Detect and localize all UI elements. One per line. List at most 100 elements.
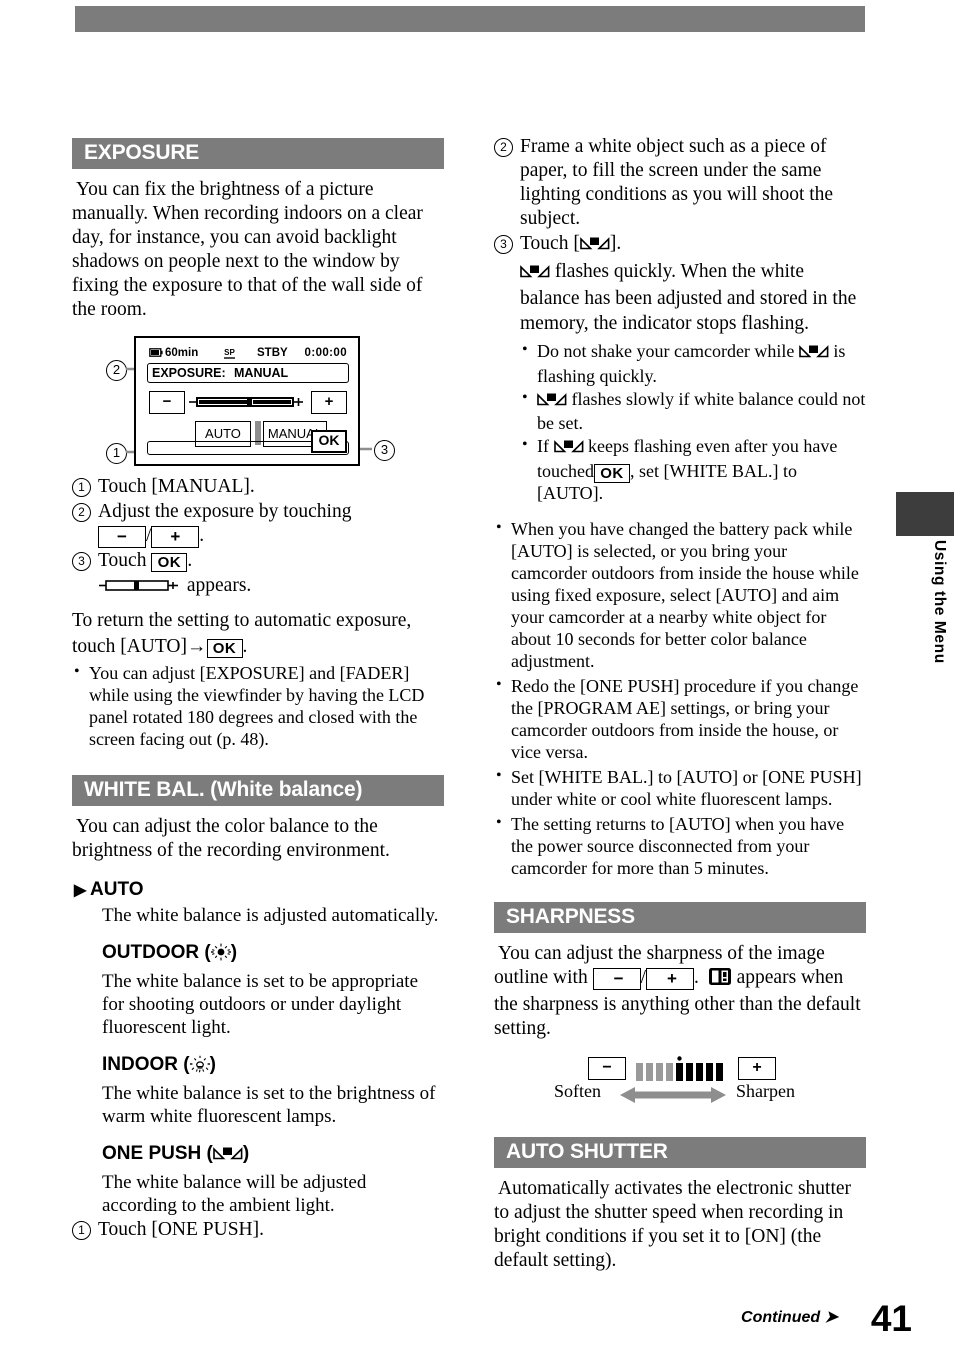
wb-option-label: ONE PUSH	[102, 1142, 202, 1164]
wb-option-one-push-desc: The white balance will be adjusted accor…	[102, 1171, 367, 1217]
timecode-label: 0:00:00	[304, 347, 347, 359]
sp-mode-icon: SP	[223, 346, 236, 363]
section-heading-auto-shutter: AUTO SHUTTER	[494, 1136, 866, 1168]
one-push-step-3: 3 Touch [ ].	[494, 232, 866, 259]
battery-time-label: 60min	[165, 347, 199, 359]
sharpness-plus-button[interactable]: +	[738, 1056, 776, 1080]
note-text-pre: If	[537, 436, 549, 457]
minus-key-glyph[interactable]: −	[592, 967, 641, 990]
right-column: 2 Frame a white object such as a piece o…	[494, 135, 866, 1277]
sun-icon	[210, 943, 231, 967]
exposure-appears-line: appears.	[72, 574, 444, 599]
wb-option-indoor-desc: The white balance is set to the brightne…	[102, 1082, 436, 1128]
one-push-inner-notes: Do not shake your camcorder while is fla…	[520, 340, 866, 506]
battery-icon	[149, 348, 163, 360]
continued-label: Continued ➤	[741, 1307, 838, 1327]
one-push-steps-left: 1 Touch [ONE PUSH].	[72, 1218, 444, 1242]
one-push-icon	[553, 439, 584, 461]
lcd-minus-button[interactable]: −	[149, 391, 185, 414]
step-text: Touch [ONE PUSH].	[98, 1218, 264, 1240]
exposure-step-2: 2 Adjust the exposure by touching − / +.	[72, 500, 444, 548]
white-balance-note: The setting returns to [AUTO] when you h…	[494, 813, 866, 880]
step-text: Touch	[98, 549, 147, 571]
svg-text:SP: SP	[224, 348, 235, 357]
minus-key-glyph[interactable]: −	[98, 525, 146, 548]
lcd-exposure-slider[interactable]	[189, 395, 309, 409]
ok-key-glyph[interactable]: OK	[593, 464, 630, 484]
return-period: .	[242, 635, 248, 657]
plus-key-glyph[interactable]: +	[646, 967, 694, 990]
step-number-circle: 3	[72, 551, 91, 571]
exposure-step-1: 1 Touch [MANUAL].	[72, 475, 444, 499]
wb-paren-close: )	[230, 941, 238, 963]
manual-page: EXPOSURE You can fix the brightness of a…	[0, 0, 954, 1357]
lcd-exposure-value: MANUAL	[234, 366, 289, 380]
auto-shutter-paragraph: Automatically activates the electronic s…	[494, 1178, 852, 1272]
one-push-icon	[799, 344, 829, 366]
exposure-bar-icon	[98, 575, 182, 599]
wb-option-auto-heading: ▶ AUTO	[72, 879, 444, 901]
white-balance-note: When you have changed the battery pack w…	[494, 518, 866, 673]
top-header-bar	[75, 6, 865, 32]
step-text: Adjust the exposure by touching	[98, 500, 352, 522]
default-arrow-icon: ▶	[74, 882, 87, 900]
return-to-auto-line2: touch [AUTO]→ OK.	[72, 635, 444, 659]
step-text-suffix: .	[187, 549, 193, 571]
ok-key-glyph[interactable]: OK	[206, 638, 243, 658]
exposure-note: You can adjust [EXPOSURE] and [FADER] wh…	[72, 662, 444, 751]
one-push-note-3: If keeps flashing even after you have to…	[520, 435, 866, 505]
appears-text: appears.	[186, 574, 252, 596]
wb-option-one-push-heading: ONE PUSH ( )	[72, 1143, 444, 1168]
wb-paren-close: )	[242, 1142, 250, 1164]
lcd-screen-content: 60min SP STBY 0:00:00 EXPOSURE: MANUAL −	[141, 343, 353, 459]
one-push-note-1: Do not shake your camcorder while is fla…	[520, 340, 866, 388]
exposure-intro-paragraph: You can fix the brightness of a picture …	[72, 179, 423, 321]
sharpness-sharpen-label: Sharpen	[736, 1080, 795, 1101]
one-push-icon	[213, 1146, 243, 1168]
exposure-step-3: 3 Touch OK.	[72, 549, 444, 573]
sharpness-minus-button[interactable]: −	[588, 1056, 626, 1080]
wb-paren-close: )	[209, 1053, 216, 1075]
white-balance-note: Redo the [ONE PUSH] procedure if you cha…	[494, 675, 866, 764]
step-text: Frame a white object such as a piece of …	[520, 136, 834, 230]
page-number: 41	[870, 1298, 912, 1339]
return-to-auto-line1: To return the setting to automatic expos…	[72, 609, 412, 631]
step-number-circle: 3	[494, 235, 513, 255]
bulb-icon	[189, 1055, 210, 1079]
step-number-circle: 1	[72, 1220, 91, 1240]
sharpness-soften-label: Soften	[554, 1080, 601, 1101]
one-push-detail-paragraph: flashes quickly. When the white balance …	[494, 260, 866, 335]
plus-key-glyph[interactable]: +	[151, 525, 200, 548]
lcd-status-bar: 60min SP STBY 0:00:00	[149, 347, 347, 361]
wb-option-auto-desc: The white balance is adjusted automatica…	[102, 905, 439, 927]
lcd-plus-button[interactable]: +	[311, 391, 347, 414]
continued-text: Continued	[741, 1309, 821, 1326]
ok-key-glyph[interactable]: OK	[151, 552, 188, 572]
lcd-ok-button[interactable]: OK	[311, 430, 347, 453]
sharpness-text-part2: .	[694, 966, 699, 988]
recording-status-label: STBY	[257, 347, 288, 359]
lcd-screen-diagram: 2 1 3 60min SP STBY 0:00:00 EXPOSURE: MA…	[100, 330, 400, 472]
step-text: Touch [MANUAL].	[98, 475, 255, 497]
white-balance-note: Set [WHITE BAL.] to [AUTO] or [ONE PUSH]…	[494, 766, 866, 811]
white-balance-notes-list: When you have changed the battery pack w…	[494, 518, 866, 880]
lcd-exposure-label: EXPOSURE:	[152, 366, 226, 380]
right-arrow-icon: →	[187, 635, 207, 657]
note-text-post: flashes slowly if white balance could no…	[537, 388, 866, 434]
step-text: Touch [	[520, 233, 580, 255]
wb-option-label: OUTDOOR	[102, 941, 200, 963]
sharpness-indicator-icon	[704, 967, 732, 993]
one-push-step-2: 2 Frame a white object such as a piece o…	[494, 135, 866, 231]
section-heading-white-balance: WHITE BAL. (White balance)	[72, 774, 444, 806]
step-number-circle: 1	[72, 477, 91, 497]
side-tab-label: Using the Menu	[931, 540, 948, 664]
step-text-suffix: .	[199, 524, 205, 546]
left-column: EXPOSURE You can fix the brightness of a…	[72, 138, 444, 1243]
white-balance-intro: You can adjust the color balance to the …	[72, 815, 390, 861]
return-to-auto-text: touch [AUTO]	[72, 635, 187, 657]
one-push-icon	[580, 235, 610, 259]
wb-option-outdoor-heading: OUTDOOR ()	[72, 942, 444, 967]
exposure-notes-list: You can adjust [EXPOSURE] and [FADER] wh…	[72, 662, 444, 751]
one-push-step-1: 1 Touch [ONE PUSH].	[72, 1218, 444, 1242]
sharpness-level-bars	[634, 1055, 730, 1088]
